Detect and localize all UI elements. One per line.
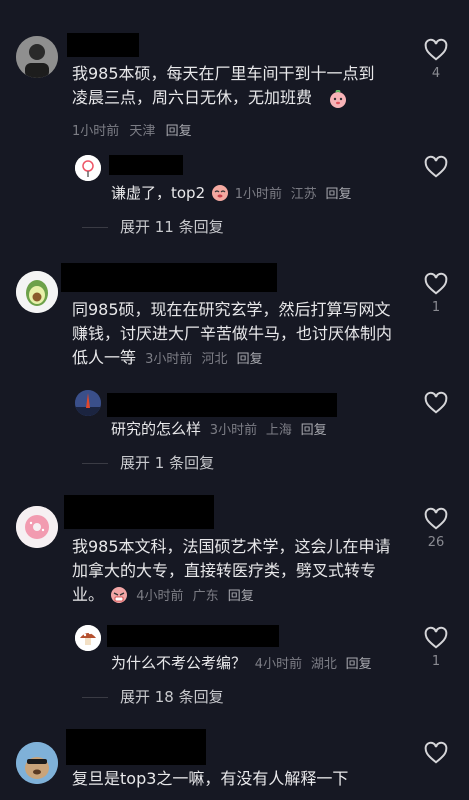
comment-text: 复旦是top3之一嘛，有没有人解释一下 — [72, 769, 349, 788]
reply-link[interactable]: 回复 — [301, 423, 327, 438]
heart-icon[interactable] — [423, 154, 449, 180]
reply-text: 研究的怎么样 — [111, 420, 202, 438]
expand-replies[interactable]: 展开 18 条回复 — [82, 686, 224, 707]
heart-icon[interactable] — [423, 37, 449, 63]
username-redacted — [67, 33, 139, 57]
reply-text: 谦虚了，top2 — [111, 184, 206, 202]
username-redacted — [64, 495, 214, 529]
heart-icon[interactable] — [423, 271, 449, 297]
location: 上海 — [265, 423, 292, 438]
username-redacted — [61, 263, 277, 292]
username-redacted — [109, 155, 183, 175]
location: 江苏 — [290, 187, 317, 202]
reply-row: 研究的怎么样 3小时前 上海 回复 — [111, 418, 327, 442]
reply-link[interactable]: 回复 — [346, 657, 372, 672]
username-redacted — [107, 625, 279, 647]
heart-icon[interactable] — [423, 625, 449, 651]
expand-replies[interactable]: 展开 11 条回复 — [82, 216, 224, 237]
emoji-icon — [328, 88, 348, 108]
comment-text: 我985本文科，法国硕艺术学，这会儿在申请加拿大的大专，直接转医疗类，劈叉式转专… — [72, 535, 398, 609]
username-redacted — [107, 393, 337, 417]
avatar[interactable] — [75, 390, 101, 416]
reply-link[interactable]: 回复 — [166, 124, 192, 139]
reply-row: 为什么不考公考编？ 4小时前 湖北 回复 — [111, 652, 372, 676]
timestamp: 1小时前 — [72, 124, 120, 139]
heart-icon[interactable] — [423, 740, 449, 766]
comment-body: 同985硕，现在在研究玄学，然后打算写网文赚钱，讨厌进大厂辛苦做牛马，也讨厌体制… — [72, 300, 393, 367]
timestamp: 4小时前 — [254, 657, 303, 672]
location: 河北 — [201, 352, 228, 367]
avatar[interactable] — [75, 155, 101, 181]
timestamp: 4小时前 — [136, 589, 184, 604]
reply-row: 谦虚了，top2 1小时前 江苏 回复 — [111, 182, 352, 206]
timestamp: 3小时前 — [209, 423, 258, 438]
username-redacted — [66, 729, 206, 765]
like-count: 1 — [431, 654, 441, 669]
like-count: 4 — [431, 66, 441, 81]
avatar[interactable] — [16, 271, 58, 313]
comment-meta: 1小时前 天津 回复 — [72, 120, 198, 139]
expand-label: 展开 18 条回复 — [120, 688, 224, 706]
emoji-icon — [210, 183, 230, 201]
heart-icon[interactable] — [423, 390, 449, 416]
comment-text: 同985硕，现在在研究玄学，然后打算写网文赚钱，讨厌进大厂辛苦做牛马，也讨厌体制… — [72, 298, 398, 372]
avatar[interactable] — [16, 36, 58, 78]
timestamp: 3小时前 — [145, 352, 193, 367]
expand-label: 展开 1 条回复 — [120, 454, 215, 472]
emoji-icon — [109, 585, 129, 603]
location: 湖北 — [310, 657, 337, 672]
reply-link[interactable]: 回复 — [326, 187, 352, 202]
reply-link[interactable]: 回复 — [228, 589, 254, 604]
reply-text: 为什么不考公考编？ — [111, 654, 247, 672]
expand-replies[interactable]: 展开 1 条回复 — [82, 452, 214, 473]
like-count: 1 — [431, 300, 441, 315]
location: 广东 — [192, 589, 219, 604]
avatar[interactable] — [16, 742, 58, 784]
avatar[interactable] — [75, 625, 101, 651]
heart-icon[interactable] — [423, 506, 449, 532]
reply-link[interactable]: 回复 — [237, 352, 263, 367]
expand-label: 展开 11 条回复 — [120, 218, 224, 236]
like-count: 26 — [427, 535, 445, 550]
timestamp: 1小时前 — [234, 187, 282, 202]
avatar[interactable] — [16, 506, 58, 548]
location: 天津 — [129, 124, 156, 139]
